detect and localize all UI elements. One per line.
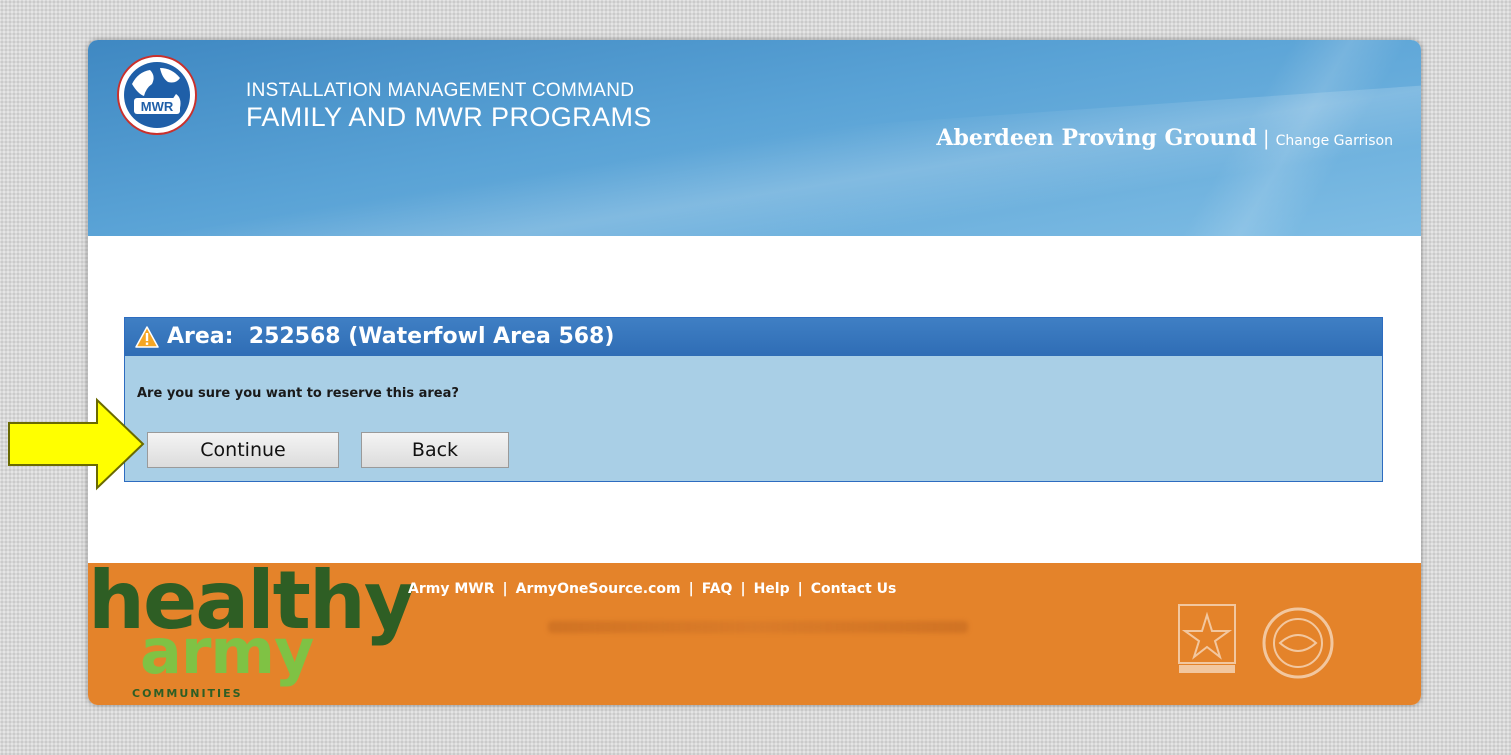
footer-separator: | — [688, 581, 694, 597]
dialog-title-bar: Area: 252568 (Waterfowl Area 568) — [125, 318, 1382, 356]
reserve-confirm-dialog: Area: 252568 (Waterfowl Area 568) Are yo… — [124, 317, 1383, 482]
change-garrison-link[interactable]: Change Garrison — [1276, 133, 1393, 149]
footer-separator: | — [797, 581, 803, 597]
garrison-selector: Aberdeen Proving Ground | Change Garrison — [936, 125, 1393, 151]
mwr-logo-icon[interactable]: MWR — [116, 54, 198, 136]
footer-copyright-blurred — [548, 621, 968, 633]
site-footer: healthy army COMMUNITIES Army MWR | ArmyOn… — [88, 561, 1421, 705]
footer-link-faq[interactable]: FAQ — [702, 581, 733, 597]
site-header: MWR INSTALLATION MANAGEMENT COMMAND FAMI… — [88, 40, 1421, 236]
footer-link-armyonesource[interactable]: ArmyOneSource.com — [516, 581, 681, 597]
footer-separator: | — [740, 581, 746, 597]
arrow-right-icon — [8, 397, 145, 491]
continue-button[interactable]: Continue — [147, 432, 339, 468]
footer-links: Army MWR | ArmyOneSource.com | FAQ | Help | Cont… — [408, 581, 896, 597]
back-button[interactable]: Back — [361, 432, 509, 468]
dialog-title: Area: 252568 (Waterfowl Area 568) — [167, 324, 615, 349]
communities-wordmark: COMMUNITIES — [132, 687, 243, 700]
page-frame: MWR INSTALLATION MANAGEMENT COMMAND FAMI… — [88, 40, 1421, 705]
footer-link-help[interactable]: Help — [754, 581, 790, 597]
us-army-star-icon[interactable] — [1171, 601, 1243, 677]
program-name: FAMILY AND MWR PROGRAMS — [246, 102, 652, 132]
dialog-message: Are you sure you want to reserve this ar… — [137, 386, 459, 401]
garrison-separator: | — [1262, 126, 1270, 150]
logo-text: MWR — [141, 99, 174, 114]
footer-separator: | — [502, 581, 508, 597]
garrison-name: Aberdeen Proving Ground — [936, 125, 1257, 151]
army-wordmark: army — [140, 615, 314, 688]
command-name: INSTALLATION MANAGEMENT COMMAND — [246, 80, 635, 101]
footer-link-contact-us[interactable]: Contact Us — [811, 581, 897, 597]
imcom-seal-icon[interactable] — [1260, 605, 1336, 681]
footer-link-army-mwr[interactable]: Army MWR — [408, 581, 494, 597]
warning-icon — [135, 326, 159, 348]
